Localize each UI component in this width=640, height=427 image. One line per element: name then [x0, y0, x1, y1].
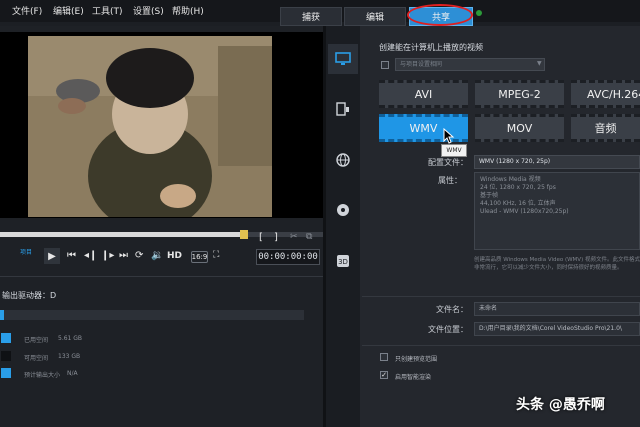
disc-icon[interactable]: [333, 200, 353, 220]
legend-estimate-swatch: [1, 368, 11, 378]
aspect-ratio-button[interactable]: 16:9: [191, 251, 208, 263]
status-dot-icon: [476, 10, 482, 16]
prop-line: 44,100 KHz, 16 位, 立体声: [480, 200, 556, 207]
menu-settings[interactable]: 设置(S): [133, 4, 164, 17]
format-avi-button[interactable]: AVI: [379, 80, 468, 108]
tab-edit[interactable]: 编辑: [344, 7, 406, 26]
preview-range-checkbox[interactable]: [380, 353, 388, 361]
step-forward-icon[interactable]: ❙▸: [101, 250, 114, 261]
prop-line: Windows Media 视频: [480, 176, 541, 183]
properties-label: 属性：: [438, 176, 462, 185]
filename-label: 文件名：: [436, 305, 468, 314]
share-category-rail: [326, 26, 360, 427]
prop-line: 24 位, 1280 x 720, 25 fps: [480, 184, 556, 191]
copy-icon[interactable]: ⧉: [306, 232, 312, 242]
profile-label: 配置文件：: [428, 158, 468, 167]
scissors-icon[interactable]: ✂: [290, 232, 298, 242]
timeline-played[interactable]: [0, 232, 245, 237]
svg-text:3D: 3D: [338, 258, 348, 266]
play-button[interactable]: ▶: [44, 248, 60, 264]
preset-dropdown[interactable]: 与项目设置相同: [395, 58, 545, 71]
smart-render-label: 启用智能渲染: [395, 374, 432, 381]
step-back-icon[interactable]: ◂❙: [84, 250, 97, 261]
share-heading: 创建能在计算机上播放的视频: [379, 43, 483, 52]
prop-line: Ulead - WMV (1280x720,25p): [480, 208, 569, 215]
drive-used-fill: [0, 310, 4, 320]
legend-estimate-value: N/A: [67, 370, 78, 377]
menu-tools[interactable]: 工具(T): [92, 4, 123, 17]
menu-file[interactable]: 文件(F): [12, 4, 42, 17]
skip-end-icon[interactable]: ⏭: [119, 250, 128, 261]
display-mode-icon[interactable]: ⛶: [213, 250, 219, 260]
legend-used-value: 5.61 GB: [58, 335, 83, 342]
scrubber-handle[interactable]: [240, 230, 248, 239]
project-mode-label[interactable]: 项目: [20, 247, 32, 256]
watermark-text: 头条 @愚乔啊: [516, 397, 605, 413]
format-description: 创建高品质 Windows Media Video (WMV) 视频文件。此文件…: [474, 257, 640, 271]
computer-icon[interactable]: [333, 49, 353, 69]
same-as-project-checkbox[interactable]: [381, 61, 389, 69]
mark-out-button[interactable]: ]: [274, 232, 278, 243]
skip-start-icon[interactable]: ⏮: [67, 250, 76, 261]
repeat-icon[interactable]: ⟳: [135, 250, 143, 261]
smart-render-checkbox[interactable]: ✓: [380, 371, 388, 379]
profile-dropdown[interactable]: WMV (1280 x 720, 25p): [474, 155, 640, 169]
web-globe-icon[interactable]: [333, 150, 353, 170]
legend-used-swatch: [1, 333, 11, 343]
preview-range-label: 只创建预览范围: [395, 356, 438, 363]
hd-button[interactable]: HD: [167, 251, 182, 261]
tab-capture[interactable]: 捕获: [280, 7, 342, 26]
prop-line: 基于帧: [480, 192, 499, 199]
legend-free-swatch: [1, 351, 11, 361]
format-audio-button[interactable]: 音频: [571, 114, 640, 142]
legend-free-value: 133 GB: [58, 353, 81, 360]
divider: [362, 296, 640, 297]
legend-free-label: 可用空间: [24, 355, 49, 362]
drive-usage-bar: [0, 310, 304, 320]
legend-estimate-label: 预计输出大小: [24, 372, 61, 379]
format-mpeg2-button[interactable]: MPEG-2: [475, 80, 564, 108]
legend-used-label: 已用空间: [24, 337, 49, 344]
filename-input[interactable]: 未命名: [474, 302, 640, 316]
mark-in-button[interactable]: [: [259, 232, 263, 243]
3d-icon[interactable]: 3D: [333, 251, 353, 271]
menu-help[interactable]: 帮助(H): [172, 4, 204, 17]
format-avc-button[interactable]: AVC/H.264: [571, 80, 640, 108]
format-mov-button[interactable]: MOV: [475, 114, 564, 142]
divider: [362, 345, 640, 346]
properties-box: Windows Media 视频 24 位, 1280 x 720, 25 fp…: [474, 172, 640, 250]
chevron-down-icon: ▼: [537, 60, 542, 67]
menu-edit[interactable]: 编辑(E): [53, 4, 84, 17]
device-icon[interactable]: [333, 99, 353, 119]
output-drive-title: 输出驱动器：D: [2, 291, 57, 300]
filepath-label: 文件位置：: [428, 325, 468, 334]
divider: [0, 276, 323, 277]
format-tooltip: WMV: [441, 144, 467, 157]
video-frame: [28, 36, 272, 217]
timecode-field[interactable]: 00:00:00:00: [256, 249, 320, 265]
highlight-circle: [407, 4, 473, 26]
filepath-input[interactable]: D:\用户目录\我的文档\Corel VideoStudio Pro\21.0\: [474, 322, 640, 336]
volume-icon[interactable]: 🔉: [151, 250, 163, 261]
